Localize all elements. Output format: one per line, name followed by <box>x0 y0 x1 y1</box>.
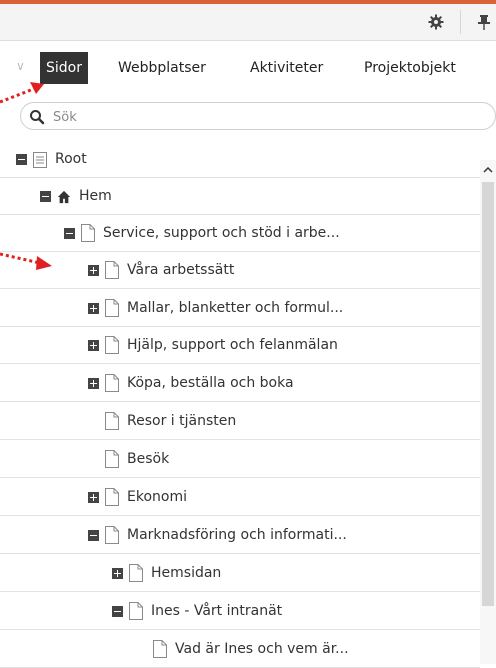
tree-item-label[interactable]: Hjälp, support och felanmälan <box>127 327 338 364</box>
scrollbar-thumb[interactable] <box>482 182 494 606</box>
expand-icon[interactable] <box>88 265 99 276</box>
tree-item-label[interactable]: Ines - Vårt intranät <box>151 593 282 630</box>
expand-icon[interactable] <box>88 378 99 389</box>
tree-row[interactable]: Vad är Ines och vem är... <box>0 631 480 668</box>
annotation-arrow-icon <box>0 82 44 104</box>
collapse-icon[interactable] <box>16 154 27 165</box>
root-page-icon <box>33 152 47 168</box>
expand-icon[interactable] <box>88 492 99 503</box>
gear-icon[interactable] <box>426 12 446 32</box>
search-icon <box>30 110 45 125</box>
page-icon <box>105 412 119 430</box>
scroll-up-icon[interactable] <box>480 162 496 178</box>
page-icon <box>129 564 143 582</box>
collapse-icon[interactable] <box>88 530 99 541</box>
tree-item-label[interactable]: Hemsidan <box>151 555 221 592</box>
collapse-icon[interactable] <box>40 191 51 202</box>
tree-row[interactable]: Mallar, blanketter och formul... <box>0 290 480 327</box>
search-box <box>20 102 496 130</box>
page-icon <box>105 450 119 468</box>
tree-item-label[interactable]: Besök <box>127 441 169 478</box>
tree-item-label[interactable]: Resor i tjänsten <box>127 403 236 440</box>
tree-item-label[interactable]: Vad är Ines och vem är... <box>175 631 349 668</box>
expand-icon[interactable] <box>112 568 123 579</box>
tree-row[interactable]: Hjälp, support och felanmälan <box>0 327 480 364</box>
tree-row[interactable]: Service, support och stöd i arbe... <box>0 215 480 252</box>
tree-row[interactable]: Marknadsföring och informati... <box>0 517 480 554</box>
tree-row[interactable]: Besök <box>0 441 480 478</box>
tree-row[interactable]: Ines - Vårt intranät <box>0 593 480 630</box>
tree-item-label[interactable]: Root <box>55 141 87 178</box>
page-icon <box>81 224 95 242</box>
tree-item-label[interactable]: Mallar, blanketter och formul... <box>127 290 343 327</box>
collapse-icon[interactable] <box>64 228 75 239</box>
tree-row[interactable]: Våra arbetssätt <box>0 252 480 289</box>
toolbar <box>0 4 496 41</box>
page-icon <box>105 299 119 317</box>
tree-item-label[interactable]: Köpa, beställa och boka <box>127 365 294 402</box>
expand-icon[interactable] <box>88 303 99 314</box>
collapse-icon[interactable] <box>112 606 123 617</box>
tab-bar: ∨ Sidor Webbplatser Aktiviteter Projekto… <box>0 46 496 90</box>
page-icon <box>153 640 167 658</box>
page-icon <box>105 526 119 544</box>
search-input[interactable] <box>53 107 483 127</box>
tab-projektobjekt[interactable]: Projektobjekt <box>364 52 456 84</box>
tree-row[interactable]: Köpa, beställa och boka <box>0 365 480 402</box>
home-icon <box>57 190 71 204</box>
tree-item-label[interactable]: Marknadsföring och informati... <box>127 517 347 554</box>
tree-row[interactable]: Hemsidan <box>0 555 480 592</box>
page-icon <box>105 261 119 279</box>
tree-row[interactable]: Root <box>0 141 480 178</box>
tree-item-label[interactable]: Våra arbetssätt <box>127 252 234 289</box>
tree-item-label[interactable]: Hem <box>79 178 112 215</box>
pin-icon[interactable] <box>474 12 494 32</box>
expand-icon[interactable] <box>88 340 99 351</box>
page-icon <box>105 374 119 392</box>
tree-row[interactable]: Resor i tjänsten <box>0 403 480 440</box>
toolbar-divider <box>460 10 461 34</box>
tree-item-label[interactable]: Service, support och stöd i arbe... <box>103 215 340 252</box>
tab-webbplatser[interactable]: Webbplatser <box>118 52 206 84</box>
tree-row[interactable]: Ekonomi <box>0 479 480 516</box>
annotation-arrow-icon <box>0 252 52 270</box>
tree-item-label[interactable]: Ekonomi <box>127 479 187 516</box>
tab-aktiviteter[interactable]: Aktiviteter <box>250 52 323 84</box>
page-icon <box>105 488 119 506</box>
tree-row[interactable]: Hem <box>0 178 480 215</box>
page-icon <box>105 336 119 354</box>
page-icon <box>129 602 143 620</box>
